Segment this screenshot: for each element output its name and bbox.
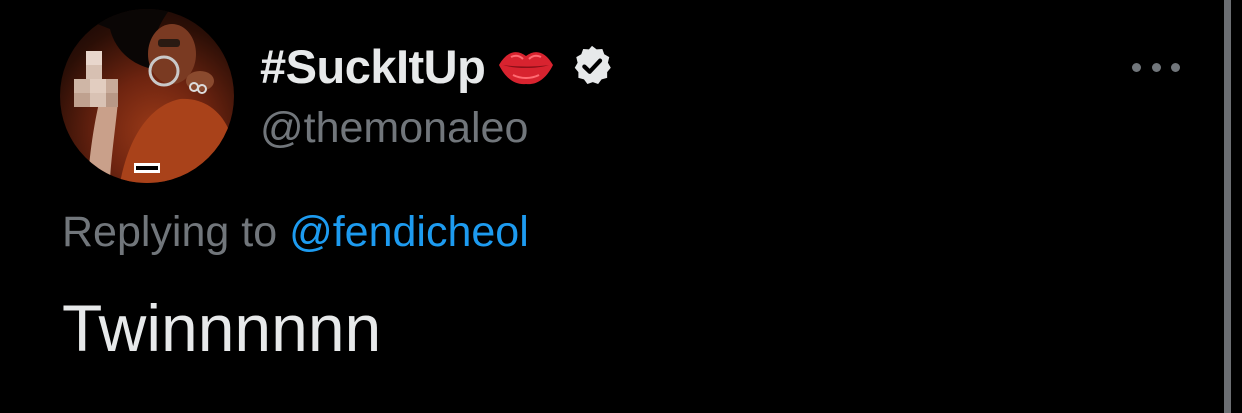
tweet: #SuckItUp @themonaleo Replying to @fendi… bbox=[0, 0, 1242, 413]
scrollbar[interactable] bbox=[1224, 0, 1231, 413]
tweet-text: Twinnnnnn bbox=[62, 291, 382, 365]
more-options-icon bbox=[1132, 62, 1141, 72]
display-name-row[interactable]: #SuckItUp bbox=[260, 36, 615, 96]
replying-to-mention[interactable]: @fendicheol bbox=[289, 208, 529, 256]
verified-badge-icon bbox=[575, 45, 612, 85]
kiss-lips-icon bbox=[499, 52, 554, 85]
replying-to-label: Replying to bbox=[62, 208, 290, 256]
display-name[interactable]: #SuckItUp bbox=[260, 39, 486, 94]
avatar[interactable] bbox=[60, 9, 234, 183]
user-handle[interactable]: @themonaleo bbox=[260, 104, 528, 153]
avatar-image bbox=[60, 9, 234, 183]
more-options-dot bbox=[1151, 62, 1161, 72]
more-options-dot bbox=[1171, 62, 1180, 72]
replying-to-line: Replying to @fendicheol bbox=[62, 208, 529, 257]
more-options-button[interactable] bbox=[1128, 52, 1184, 82]
